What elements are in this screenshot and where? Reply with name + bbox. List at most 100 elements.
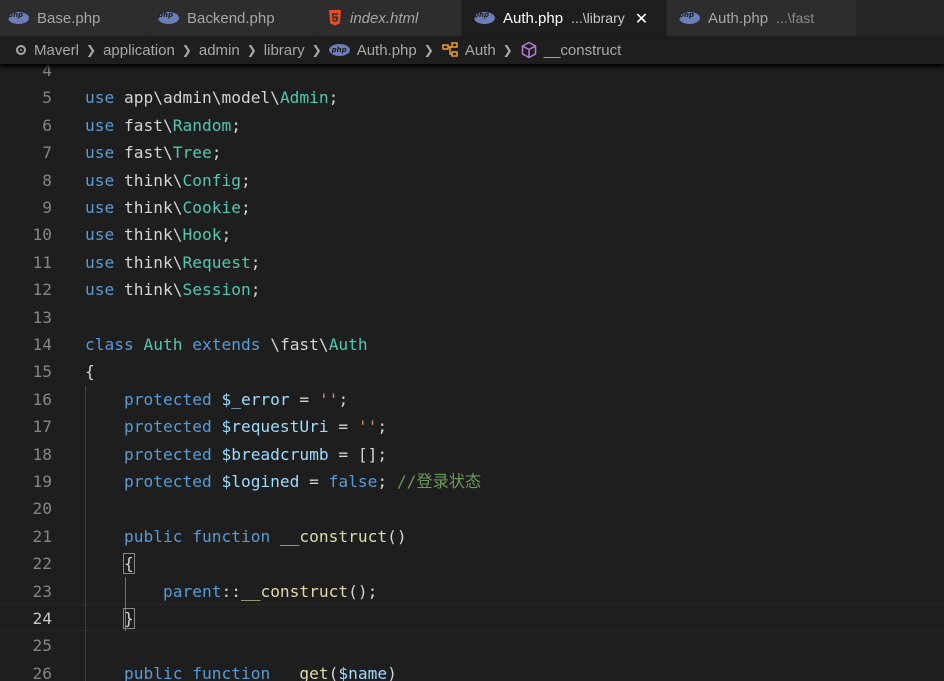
- code-token: = [];: [328, 444, 388, 464]
- tab-auth-php-library[interactable]: php Auth.php ...\library ✕: [462, 0, 667, 36]
- code-line[interactable]: 13: [0, 304, 944, 331]
- line-number: 11: [32, 252, 53, 272]
- tab-base-php[interactable]: php Base.php: [0, 0, 150, 36]
- code-text: use app\admin\model\Admin;: [85, 84, 338, 111]
- breadcrumb-item[interactable]: Maverl: [34, 42, 79, 59]
- line-number: 26: [32, 663, 53, 681]
- code-token: $name: [338, 663, 388, 681]
- tab-label: Backend.php: [187, 9, 275, 27]
- breadcrumb-item[interactable]: application: [103, 42, 175, 59]
- chevron-right-icon: ❯: [181, 43, 192, 57]
- code-line[interactable]: 14 class Auth extends \fast\Auth: [0, 331, 944, 358]
- code-text: public function __construct(): [85, 523, 407, 550]
- php-icon: php: [8, 12, 29, 24]
- code-token: ;: [231, 115, 241, 135]
- code-token: \fast\: [260, 335, 329, 354]
- breadcrumb-item-class[interactable]: Auth: [441, 42, 496, 59]
- tab-label: index.html: [350, 9, 419, 27]
- code-text: {: [85, 550, 135, 577]
- code-editor[interactable]: 4 5 use app\admin\model\Admin; 6 use fast\Ra…: [0, 61, 944, 681]
- close-icon[interactable]: ✕: [635, 9, 648, 28]
- breadcrumb: Maverl ❯ application ❯ admin ❯ library ❯…: [0, 36, 944, 64]
- line-number: 20: [32, 499, 53, 519]
- code-line[interactable]: 19 protected $logined = false; //登录状态: [0, 468, 944, 495]
- code-token: (): [387, 526, 407, 546]
- code-text: use think\Hook;: [85, 221, 231, 248]
- line-number: 24: [32, 609, 53, 628]
- code-line[interactable]: 7 use fast\Tree;: [0, 139, 944, 166]
- code-text: class Auth extends \fast\Auth: [85, 331, 368, 358]
- tab-description: ...\library: [571, 10, 625, 26]
- breadcrumb-label: __construct: [543, 41, 622, 59]
- code-text: parent::__construct();: [85, 578, 377, 605]
- line-number: 9: [42, 198, 52, 217]
- chevron-right-icon: ❯: [246, 43, 257, 57]
- code-line[interactable]: 10 use think\Hook;: [0, 221, 944, 248]
- vscode-window: php Base.php php Backend.php index.html …: [0, 0, 944, 681]
- code-token: __get: [279, 663, 329, 681]
- tab-auth-php-fast[interactable]: php Auth.php ...\fast: [667, 0, 857, 36]
- code-text: use fast\Tree;: [85, 139, 221, 166]
- code-line[interactable]: 17 protected $requestUri = '';: [0, 413, 944, 440]
- code-token: think\: [114, 225, 183, 245]
- code-line[interactable]: 20: [0, 495, 944, 522]
- code-line[interactable]: 24 }: [0, 605, 944, 632]
- code-token: Request: [182, 252, 251, 272]
- code-line[interactable]: 9 use think\Cookie;: [0, 194, 944, 221]
- code-token: ;: [377, 472, 397, 491]
- code-token: {: [85, 362, 95, 382]
- tab-description: ...\fast: [776, 10, 815, 26]
- breadcrumb-item[interactable]: library: [264, 42, 305, 59]
- code-token: ;: [338, 389, 349, 409]
- breadcrumb-item-file[interactable]: php Auth.php: [328, 42, 417, 59]
- code-text: protected $_error = '';: [85, 386, 348, 413]
- code-line[interactable]: 26 public function __get($name): [0, 660, 944, 681]
- code-token: Auth: [143, 335, 183, 354]
- code-token: app\admin\model\: [114, 88, 280, 108]
- line-number: 6: [42, 115, 52, 135]
- tab-backend-php[interactable]: php Backend.php: [150, 0, 318, 36]
- code-text: use fast\Random;: [85, 112, 241, 139]
- code-token: ;: [250, 280, 261, 300]
- code-text: public function __get($name): [85, 660, 397, 681]
- line-number: 15: [32, 362, 53, 382]
- code-token: =: [328, 417, 358, 437]
- tab-label: Auth.php: [708, 9, 769, 27]
- code-line[interactable]: 25: [0, 632, 944, 659]
- code-token: protected: [123, 417, 212, 437]
- bracket-match: {: [123, 553, 135, 575]
- code-token: ;: [240, 170, 251, 190]
- code-text: protected $requestUri = '';: [85, 413, 387, 440]
- code-token: Auth: [328, 335, 368, 354]
- code-line[interactable]: 21 public function __construct(): [0, 523, 944, 550]
- html5-icon: [329, 10, 341, 26]
- code-token: think\: [114, 170, 183, 190]
- code-line[interactable]: 6 use fast\Random;: [0, 112, 944, 139]
- code-line[interactable]: 15 {: [0, 358, 944, 385]
- breadcrumb-label: Auth: [464, 41, 496, 59]
- code-line[interactable]: 5 use app\admin\model\Admin;: [0, 84, 944, 111]
- code-line[interactable]: 16 protected $_error = '';: [0, 386, 944, 413]
- code-line[interactable]: 18 protected $breadcrumb = [];: [0, 441, 944, 468]
- code-line[interactable]: 23 parent::__construct();: [0, 578, 944, 605]
- breadcrumb-item[interactable]: admin: [199, 42, 240, 59]
- code-line[interactable]: 11 use think\Request;: [0, 249, 944, 276]
- code-token: ;: [377, 417, 388, 437]
- code-token: ::: [221, 581, 241, 601]
- code-line[interactable]: 12 use think\Session;: [0, 276, 944, 303]
- breadcrumb-item-method[interactable]: __construct: [520, 41, 622, 59]
- tab-index-html[interactable]: index.html: [318, 0, 462, 36]
- code-token: fast\: [114, 115, 173, 135]
- php-icon: php: [158, 12, 179, 24]
- code-line[interactable]: 8 use think\Config;: [0, 167, 944, 194]
- code-line[interactable]: 22 {: [0, 550, 944, 577]
- code-token: $requestUri: [221, 417, 329, 437]
- code-token: fast\: [114, 143, 173, 163]
